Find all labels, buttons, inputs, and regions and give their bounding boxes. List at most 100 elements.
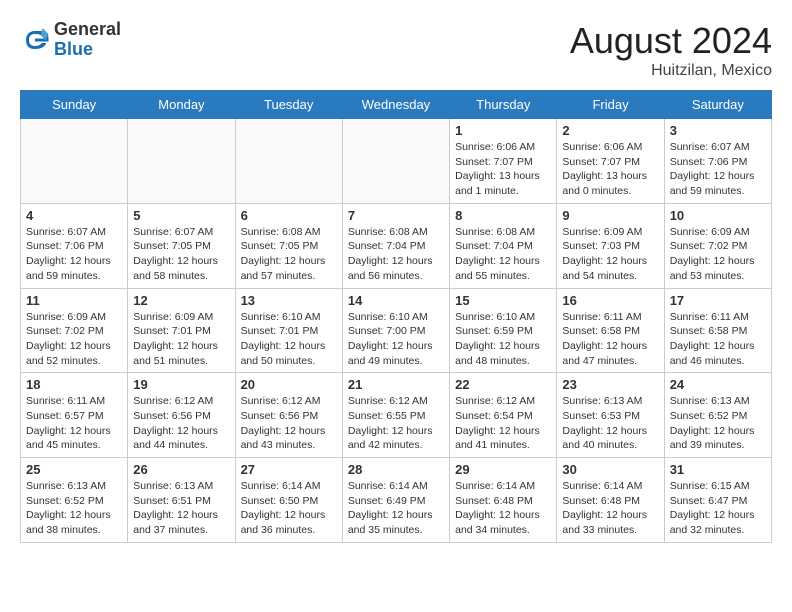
day-number: 7 [348,208,444,223]
calendar-day-cell: 25 Sunrise: 6:13 AM Sunset: 6:52 PM Dayli… [21,458,128,543]
day-info: Sunrise: 6:09 AM Sunset: 7:03 PM Dayligh… [562,225,658,284]
calendar-table: SundayMondayTuesdayWednesdayThursdayFrid… [20,90,772,543]
day-info: Sunrise: 6:13 AM Sunset: 6:53 PM Dayligh… [562,394,658,453]
calendar-day-cell: 7 Sunrise: 6:08 AM Sunset: 7:04 PM Daylig… [342,203,449,288]
title-block: August 2024 Huitzilan, Mexico [570,20,772,80]
day-info: Sunrise: 6:06 AM Sunset: 7:07 PM Dayligh… [455,140,551,199]
calendar-day-cell: 16 Sunrise: 6:11 AM Sunset: 6:58 PM Dayli… [557,288,664,373]
day-info: Sunrise: 6:07 AM Sunset: 7:06 PM Dayligh… [26,225,122,284]
logo-blue-text: Blue [54,39,93,59]
logo: General Blue [20,20,121,60]
location-subtitle: Huitzilan, Mexico [570,62,772,80]
month-year-title: August 2024 [570,20,772,62]
calendar-day-cell: 22 Sunrise: 6:12 AM Sunset: 6:54 PM Dayli… [450,373,557,458]
day-number: 13 [241,293,337,308]
day-info: Sunrise: 6:14 AM Sunset: 6:50 PM Dayligh… [241,479,337,538]
day-info: Sunrise: 6:15 AM Sunset: 6:47 PM Dayligh… [670,479,766,538]
calendar-week-row: 25 Sunrise: 6:13 AM Sunset: 6:52 PM Dayli… [21,458,772,543]
calendar-day-cell: 9 Sunrise: 6:09 AM Sunset: 7:03 PM Daylig… [557,203,664,288]
calendar-day-cell: 3Sunrise: 6:07 AM Sunset: 7:06 PM Daylig… [664,119,771,204]
day-info: Sunrise: 6:06 AM Sunset: 7:07 PM Dayligh… [562,140,658,199]
day-info: Sunrise: 6:09 AM Sunset: 7:02 PM Dayligh… [670,225,766,284]
day-of-week-header: Thursday [450,91,557,119]
logo-general-text: General [54,19,121,39]
calendar-day-cell: 23Sunrise: 6:13 AM Sunset: 6:53 PM Dayli… [557,373,664,458]
calendar-day-cell: 4 Sunrise: 6:07 AM Sunset: 7:06 PM Daylig… [21,203,128,288]
day-number: 28 [348,462,444,477]
day-number: 10 [670,208,766,223]
day-of-week-header: Saturday [664,91,771,119]
day-number: 12 [133,293,229,308]
day-info: Sunrise: 6:07 AM Sunset: 7:05 PM Dayligh… [133,225,229,284]
day-info: Sunrise: 6:13 AM Sunset: 6:52 PM Dayligh… [26,479,122,538]
day-number: 15 [455,293,551,308]
calendar-day-cell [235,119,342,204]
day-number: 4 [26,208,122,223]
day-number: 17 [670,293,766,308]
day-of-week-header: Wednesday [342,91,449,119]
calendar-day-cell: 24 Sunrise: 6:13 AM Sunset: 6:52 PM Dayli… [664,373,771,458]
day-info: Sunrise: 6:13 AM Sunset: 6:52 PM Dayligh… [670,394,766,453]
calendar-day-cell [21,119,128,204]
calendar-day-cell: 1 Sunrise: 6:06 AM Sunset: 7:07 PM Daylig… [450,119,557,204]
day-number: 18 [26,377,122,392]
day-info: Sunrise: 6:12 AM Sunset: 6:55 PM Dayligh… [348,394,444,453]
day-of-week-header: Monday [128,91,235,119]
day-info: Sunrise: 6:09 AM Sunset: 7:02 PM Dayligh… [26,310,122,369]
day-number: 22 [455,377,551,392]
day-info: Sunrise: 6:12 AM Sunset: 6:54 PM Dayligh… [455,394,551,453]
calendar-day-cell: 13 Sunrise: 6:10 AM Sunset: 7:01 PM Dayli… [235,288,342,373]
day-number: 19 [133,377,229,392]
calendar-day-cell [128,119,235,204]
day-info: Sunrise: 6:10 AM Sunset: 7:01 PM Dayligh… [241,310,337,369]
day-number: 27 [241,462,337,477]
day-number: 29 [455,462,551,477]
calendar-day-cell: 2 Sunrise: 6:06 AM Sunset: 7:07 PM Daylig… [557,119,664,204]
day-number: 1 [455,123,551,138]
calendar-day-cell: 26Sunrise: 6:13 AM Sunset: 6:51 PM Dayli… [128,458,235,543]
day-info: Sunrise: 6:14 AM Sunset: 6:48 PM Dayligh… [455,479,551,538]
calendar-day-cell: 27 Sunrise: 6:14 AM Sunset: 6:50 PM Dayli… [235,458,342,543]
day-number: 26 [133,462,229,477]
day-info: Sunrise: 6:08 AM Sunset: 7:04 PM Dayligh… [348,225,444,284]
calendar-day-cell: 30Sunrise: 6:14 AM Sunset: 6:48 PM Dayli… [557,458,664,543]
day-number: 2 [562,123,658,138]
calendar-week-row: 11 Sunrise: 6:09 AM Sunset: 7:02 PM Dayli… [21,288,772,373]
day-info: Sunrise: 6:10 AM Sunset: 6:59 PM Dayligh… [455,310,551,369]
calendar-week-row: 18 Sunrise: 6:11 AM Sunset: 6:57 PM Dayli… [21,373,772,458]
day-number: 16 [562,293,658,308]
calendar-day-cell: 20 Sunrise: 6:12 AM Sunset: 6:56 PM Dayli… [235,373,342,458]
day-header-row: SundayMondayTuesdayWednesdayThursdayFrid… [21,91,772,119]
day-info: Sunrise: 6:09 AM Sunset: 7:01 PM Dayligh… [133,310,229,369]
day-info: Sunrise: 6:12 AM Sunset: 6:56 PM Dayligh… [241,394,337,453]
day-number: 30 [562,462,658,477]
day-number: 3 [670,123,766,138]
calendar-day-cell: 6Sunrise: 6:08 AM Sunset: 7:05 PM Daylig… [235,203,342,288]
day-info: Sunrise: 6:11 AM Sunset: 6:57 PM Dayligh… [26,394,122,453]
day-number: 25 [26,462,122,477]
day-info: Sunrise: 6:14 AM Sunset: 6:49 PM Dayligh… [348,479,444,538]
day-number: 31 [670,462,766,477]
calendar-day-cell [342,119,449,204]
day-info: Sunrise: 6:11 AM Sunset: 6:58 PM Dayligh… [562,310,658,369]
calendar-day-cell: 19 Sunrise: 6:12 AM Sunset: 6:56 PM Dayli… [128,373,235,458]
day-number: 5 [133,208,229,223]
day-number: 11 [26,293,122,308]
day-of-week-header: Friday [557,91,664,119]
day-info: Sunrise: 6:12 AM Sunset: 6:56 PM Dayligh… [133,394,229,453]
calendar-day-cell: 5 Sunrise: 6:07 AM Sunset: 7:05 PM Daylig… [128,203,235,288]
calendar-day-cell: 28 Sunrise: 6:14 AM Sunset: 6:49 PM Dayli… [342,458,449,543]
calendar-week-row: 4 Sunrise: 6:07 AM Sunset: 7:06 PM Daylig… [21,203,772,288]
day-number: 24 [670,377,766,392]
day-number: 20 [241,377,337,392]
day-number: 9 [562,208,658,223]
day-info: Sunrise: 6:11 AM Sunset: 6:58 PM Dayligh… [670,310,766,369]
day-of-week-header: Tuesday [235,91,342,119]
generalblue-logo-icon [20,25,50,55]
calendar-week-row: 1 Sunrise: 6:06 AM Sunset: 7:07 PM Daylig… [21,119,772,204]
calendar-day-cell: 21Sunrise: 6:12 AM Sunset: 6:55 PM Dayli… [342,373,449,458]
calendar-day-cell: 14Sunrise: 6:10 AM Sunset: 7:00 PM Dayli… [342,288,449,373]
day-info: Sunrise: 6:08 AM Sunset: 7:05 PM Dayligh… [241,225,337,284]
calendar-day-cell: 12 Sunrise: 6:09 AM Sunset: 7:01 PM Dayli… [128,288,235,373]
calendar-day-cell: 17 Sunrise: 6:11 AM Sunset: 6:58 PM Dayli… [664,288,771,373]
